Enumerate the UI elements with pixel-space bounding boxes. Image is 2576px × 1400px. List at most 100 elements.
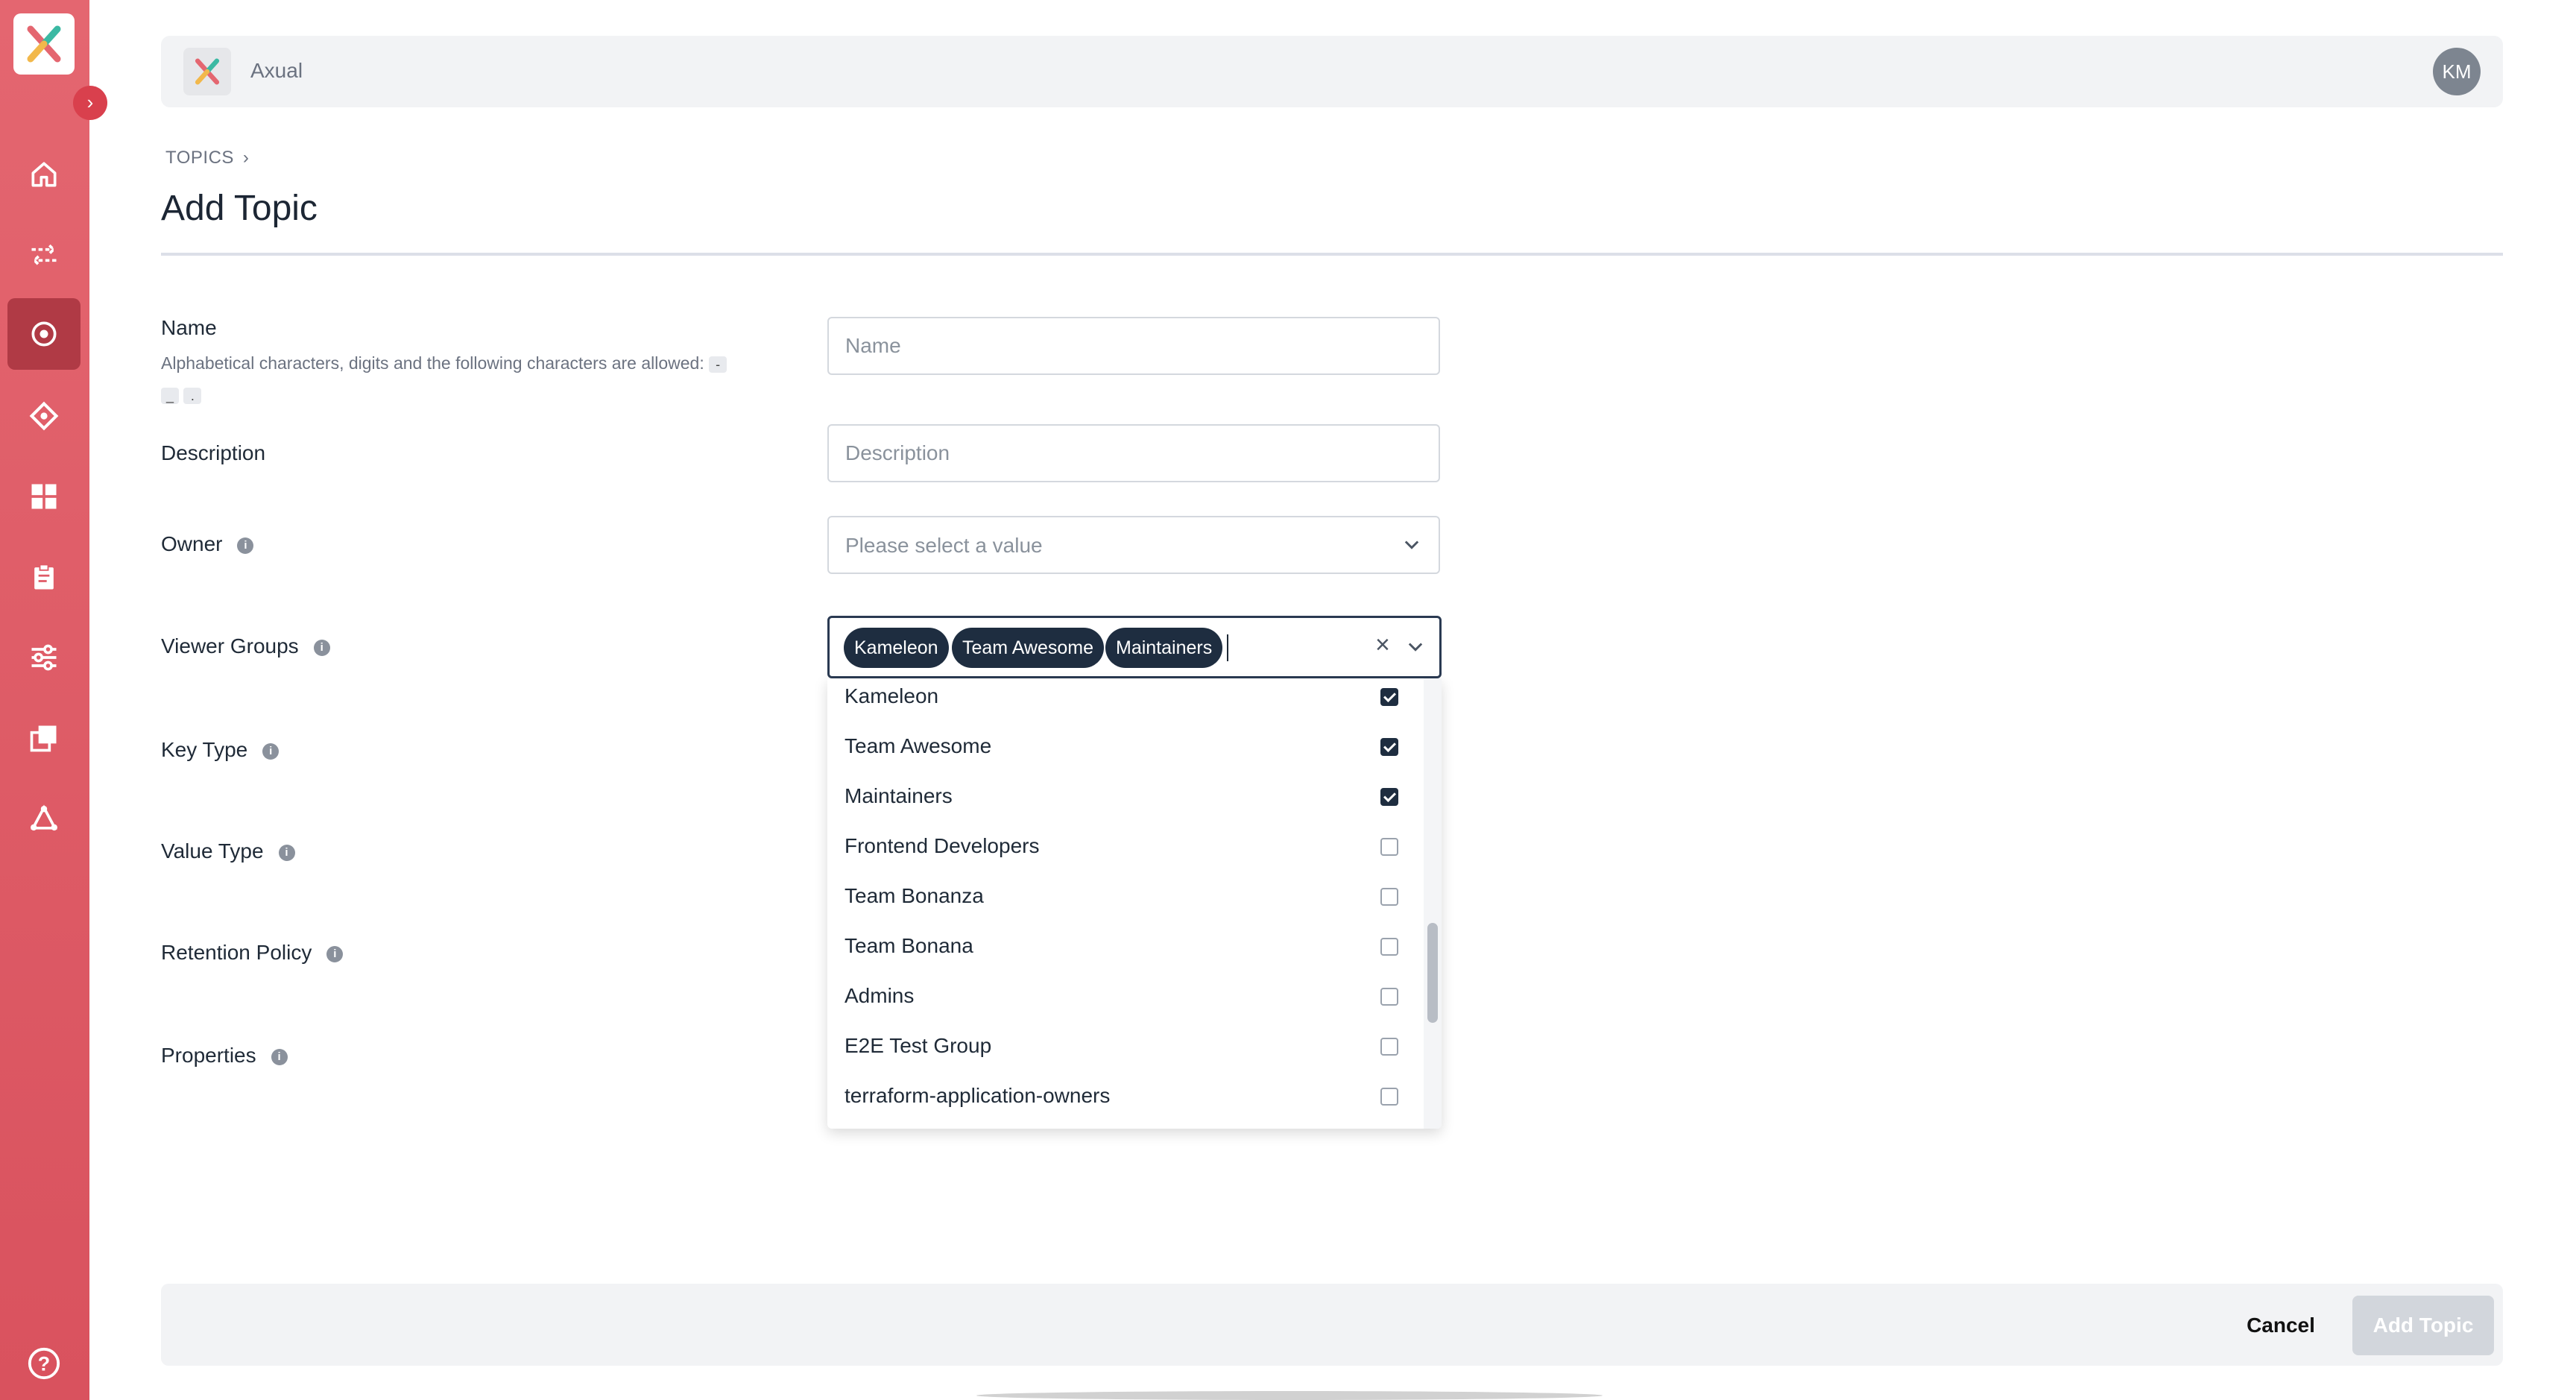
chip-team-awesome[interactable]: Team Awesome xyxy=(952,628,1105,668)
checkbox[interactable] xyxy=(1380,988,1398,1006)
info-icon[interactable]: i xyxy=(262,742,280,760)
info-icon[interactable]: i xyxy=(237,537,254,554)
sidebar-item-home[interactable] xyxy=(7,139,80,210)
sidebar-item-clipboard[interactable] xyxy=(7,541,80,613)
name-input[interactable] xyxy=(829,318,1439,373)
option-label: Frontend Developers xyxy=(845,834,1040,857)
value-type-label-text: Value Type xyxy=(161,839,264,863)
app-name: Axual xyxy=(250,59,303,82)
name-field[interactable] xyxy=(827,317,1440,375)
info-icon[interactable]: i xyxy=(326,945,344,962)
sidebar: › ? xyxy=(0,0,107,1400)
owner-label: Owner i xyxy=(161,532,254,556)
option-team-bonana[interactable]: Team Bonana xyxy=(827,928,1424,978)
option-kameleon[interactable]: Kameleon xyxy=(827,678,1424,728)
option-label: Team Bonana xyxy=(845,934,973,957)
add-topic-button[interactable]: Add Topic xyxy=(2352,1296,2494,1355)
axual-logo-icon xyxy=(195,58,220,85)
chevron-right-icon: › xyxy=(242,148,250,168)
key-type-label: Key Type i xyxy=(161,738,280,762)
expand-sidebar-button[interactable]: › xyxy=(73,86,107,120)
name-hint-text: Alphabetical characters, digits and the … xyxy=(161,353,704,373)
dropdown-scrollbar[interactable] xyxy=(1424,678,1442,1129)
retention-policy-label-text: Retention Policy xyxy=(161,941,312,964)
option-label: Kameleon xyxy=(845,684,939,707)
chip-maintainers[interactable]: Maintainers xyxy=(1105,628,1223,668)
info-icon[interactable]: i xyxy=(278,844,295,861)
sidebar-item-dashboard[interactable] xyxy=(7,461,80,532)
retention-policy-label: Retention Policy i xyxy=(161,941,344,965)
info-icon[interactable]: i xyxy=(271,1048,288,1065)
checkbox[interactable] xyxy=(1380,1038,1398,1056)
clipboard-icon xyxy=(34,564,54,590)
chevron-down-icon[interactable] xyxy=(1401,534,1422,555)
dashboard-icon xyxy=(31,484,57,509)
form-footer xyxy=(161,1284,2503,1366)
viewer-groups-dropdown: Kameleon Team Awesome Maintainers Fronte… xyxy=(827,678,1442,1129)
page-title: Add Topic xyxy=(161,189,318,228)
owner-select-placeholder: Please select a value xyxy=(845,534,1043,557)
allowed-char-dash: - xyxy=(709,356,727,373)
settings-sliders-icon xyxy=(31,644,57,671)
breadcrumb-topics[interactable]: TOPICS xyxy=(165,148,234,168)
sidebar-item-topics[interactable] xyxy=(7,298,80,370)
checkbox[interactable] xyxy=(1380,738,1398,756)
name-label: Name xyxy=(161,316,217,339)
scrollbar-thumb[interactable] xyxy=(1427,923,1438,1023)
checkbox[interactable] xyxy=(1380,888,1398,906)
owner-select[interactable]: Please select a value xyxy=(827,516,1440,574)
text-caret xyxy=(1227,634,1228,661)
option-label: Team Awesome xyxy=(845,734,992,757)
option-label: terraform-application-owners xyxy=(845,1084,1111,1107)
help-icon[interactable]: ? xyxy=(27,1346,61,1381)
checkbox[interactable] xyxy=(1380,688,1398,706)
home-icon xyxy=(31,162,57,187)
network-icon xyxy=(31,804,57,831)
chevron-down-icon[interactable] xyxy=(1405,636,1426,657)
checkbox[interactable] xyxy=(1380,788,1398,806)
option-team-awesome[interactable]: Team Awesome xyxy=(827,728,1424,778)
tenant-logo xyxy=(183,48,231,95)
axual-logo[interactable] xyxy=(13,13,75,75)
option-frontend-developers[interactable]: Frontend Developers xyxy=(827,828,1424,878)
description-field[interactable] xyxy=(827,424,1440,482)
bottom-shadow xyxy=(976,1391,1603,1400)
checkbox[interactable] xyxy=(1380,1088,1398,1106)
option-terraform-application-owners[interactable]: terraform-application-owners xyxy=(827,1078,1424,1128)
properties-label: Properties i xyxy=(161,1044,288,1068)
option-label: E2E Test Group xyxy=(845,1034,992,1057)
description-label: Description xyxy=(161,441,266,464)
option-label: Maintainers xyxy=(845,784,953,807)
info-icon[interactable]: i xyxy=(313,639,330,656)
description-input[interactable] xyxy=(829,426,1439,481)
breadcrumb: TOPICS › xyxy=(165,148,249,168)
viewer-groups-label: Viewer Groups i xyxy=(161,634,330,658)
option-e2e-test-group[interactable]: E2E Test Group xyxy=(827,1028,1424,1078)
viewer-groups-select[interactable]: Kameleon Team Awesome Maintainers × xyxy=(827,616,1442,678)
streams-icon xyxy=(31,244,57,266)
option-label: Team Bonanza xyxy=(845,884,984,907)
clear-icon[interactable]: × xyxy=(1375,631,1390,660)
option-maintainers[interactable]: Maintainers xyxy=(827,778,1424,828)
sidebar-item-streams[interactable] xyxy=(7,219,80,291)
properties-label-text: Properties xyxy=(161,1044,256,1067)
sidebar-item-settings[interactable] xyxy=(7,622,80,693)
sidebar-item-network[interactable] xyxy=(7,783,80,854)
option-admins[interactable]: Admins xyxy=(827,978,1424,1028)
option-team-bonanza[interactable]: Team Bonanza xyxy=(827,878,1424,928)
checkbox[interactable] xyxy=(1380,838,1398,856)
sidebar-item-copy[interactable] xyxy=(7,702,80,774)
copy-icon xyxy=(30,725,57,752)
svg-text:?: ? xyxy=(38,1353,50,1375)
value-type-label: Value Type i xyxy=(161,839,295,863)
sidebar-item-applications[interactable] xyxy=(7,380,80,452)
topics-icon xyxy=(31,321,57,347)
checkbox[interactable] xyxy=(1380,938,1398,956)
cancel-button[interactable]: Cancel xyxy=(2229,1305,2333,1346)
chip-kameleon[interactable]: Kameleon xyxy=(844,628,949,668)
user-avatar[interactable]: KM xyxy=(2433,48,2481,95)
allowed-char-dot: . xyxy=(183,387,202,404)
name-hint: Alphabetical characters, digits and the … xyxy=(161,347,772,410)
option-label: Admins xyxy=(845,984,915,1007)
owner-label-text: Owner xyxy=(161,532,223,555)
